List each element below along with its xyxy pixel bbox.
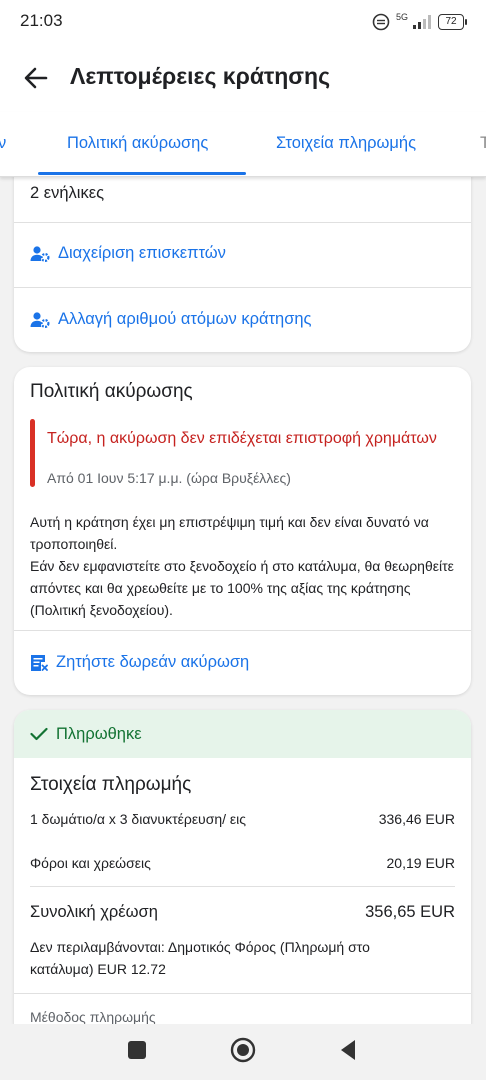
payment-card: Πληρωθηκε Στοιχεία πληρωμής 1 δωμάτιο/α … — [14, 710, 471, 1040]
status-time: 21:03 — [20, 11, 63, 30]
tab-cancellation-policy[interactable]: Πολιτική ακύρωσης — [67, 134, 208, 153]
divider — [30, 886, 455, 887]
taxes-amount: 20,19 EUR — [386, 855, 455, 871]
request-free-cancellation-link[interactable]: Ζητήστε δωρεάν ακύρωση — [30, 653, 249, 672]
request-free-cancellation-label: Ζητήστε δωρεάν ακύρωση — [56, 653, 250, 671]
paid-banner: Πληρωθηκε — [14, 710, 471, 758]
change-guest-count-link[interactable]: Αλλαγή αριθμού ατόμων κράτησης — [30, 310, 312, 329]
status-bar: 21:03 5G 72 — [0, 0, 486, 44]
alert-bar — [30, 419, 35, 487]
taxes-label: Φόροι και χρεώσεις — [30, 855, 151, 871]
paid-status: Πληρωθηκε — [56, 725, 142, 743]
page-title: Λεπτομέρειες κράτησης — [70, 63, 331, 89]
manage-guests-link[interactable]: Διαχείριση επισκεπτών — [30, 244, 226, 263]
app-bar: Λεπτομέρειες κράτησης — [0, 44, 486, 112]
alert-subtitle: Από 01 Ιουν 5:17 μ.μ. (ώρα Βρυξέλλες) — [47, 470, 291, 486]
divider — [14, 222, 471, 223]
room-nights-label: 1 δωμάτιο/α x 3 διανυκτέρευση/ εις — [30, 811, 247, 827]
payment-method-label: Μέθοδος πληρωμής — [30, 1009, 156, 1025]
cancellation-policy-card: Πολιτική ακύρωσης Τώρα, η ακύρωση δεν επ… — [14, 367, 471, 695]
manage-guests-label: Διαχείριση επισκεπτών — [58, 244, 226, 262]
battery-icon: 72 — [438, 14, 467, 30]
total-amount: 356,65 EUR — [365, 903, 455, 921]
room-nights-amount: 336,46 EUR — [378, 811, 455, 827]
signal-icon — [413, 15, 431, 29]
non-refundable-text: Αυτή η κράτηση έχει μη επιστρέψιμη τιμή … — [30, 514, 429, 552]
excluded-fees-note: Δεν περιλαμβάνονται: Δημοτικός Φόρος (Πλ… — [30, 939, 370, 977]
divider — [14, 993, 471, 994]
cancel-request-icon — [31, 654, 48, 671]
no-show-text: Εάν δεν εμφανιστείτε στο ξενοδοχείο ή στ… — [30, 558, 454, 618]
cancellation-policy-title: Πολιτική ακύρωσης — [30, 381, 193, 402]
payment-details-title: Στοιχεία πληρωμής — [30, 774, 192, 795]
total-label: Συνολική χρέωση — [30, 903, 158, 921]
tab-next-partial[interactable]: Τ — [480, 134, 486, 153]
guests-count: 2 ενήλικες — [30, 184, 105, 202]
checkmark-icon — [30, 727, 48, 741]
network-type: 5G — [395, 12, 408, 22]
manage-accounts-icon — [30, 311, 50, 328]
home-button[interactable] — [230, 1037, 256, 1063]
alert-title: Τώρα, η ακύρωση δεν επιδέχεται επιστροφή… — [47, 430, 437, 447]
recents-button[interactable] — [128, 1041, 146, 1059]
status-icons: 5G 72 — [372, 12, 467, 32]
tab-previous-partial[interactable]: ν — [0, 134, 6, 153]
active-tab-indicator — [38, 172, 246, 175]
back-button[interactable] — [339, 1039, 357, 1061]
system-nav-bar — [0, 1024, 486, 1080]
back-arrow-icon[interactable] — [20, 62, 52, 94]
change-guest-count-label: Αλλαγή αριθμού ατόμων κράτησης — [58, 310, 312, 328]
divider — [14, 630, 471, 631]
tab-payment-details[interactable]: Στοιχεία πληρωμής — [276, 134, 416, 153]
do-not-disturb-icon — [372, 13, 390, 31]
tab-bar: ν Πολιτική ακύρωσης Στοιχεία πληρωμής Τ — [0, 112, 486, 177]
divider — [14, 287, 471, 288]
manage-accounts-icon — [30, 245, 50, 262]
